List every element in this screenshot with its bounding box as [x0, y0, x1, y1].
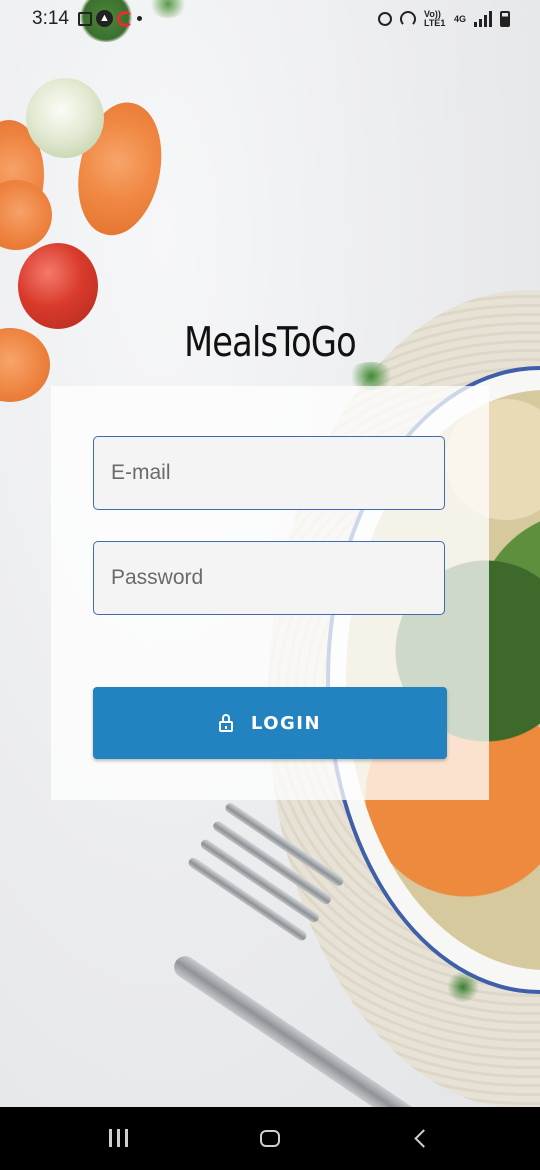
recents-button[interactable] — [98, 1123, 138, 1153]
battery-icon — [500, 11, 510, 27]
status-system-icons: Vo)) LTE1 4G — [377, 9, 510, 28]
recents-icon — [108, 1129, 112, 1147]
brussels-sprout — [26, 78, 104, 158]
status-notifications: ▲ — [78, 10, 142, 27]
back-button[interactable] — [400, 1123, 440, 1153]
password-field[interactable] — [93, 541, 445, 615]
carrot-slice — [0, 328, 50, 402]
4g-icon: 4G — [453, 13, 466, 24]
volte-icon: Vo)) LTE1 — [423, 9, 446, 28]
home-icon — [260, 1129, 280, 1147]
back-icon — [413, 1128, 433, 1148]
password-input[interactable] — [94, 542, 444, 614]
system-navigation-bar — [0, 1107, 540, 1170]
login-button[interactable]: LOGIN — [93, 687, 447, 759]
login-button-label: LOGIN — [250, 712, 322, 734]
notification-dot-icon — [137, 16, 142, 21]
login-card: LOGIN — [51, 386, 489, 800]
home-button[interactable] — [250, 1123, 290, 1153]
hotspot-icon — [399, 11, 416, 27]
herb-leaf — [446, 972, 480, 1002]
lock-icon — [218, 714, 233, 732]
carrot-slice — [0, 180, 52, 250]
app-title: MealsToGo — [184, 318, 357, 366]
tomato — [18, 243, 98, 329]
status-bar: 3:14 ▲ Vo)) LTE1 4G — [0, 0, 540, 40]
email-input[interactable] — [94, 437, 444, 509]
status-time: 3:14 — [32, 8, 69, 29]
email-field[interactable] — [93, 436, 445, 510]
app-icon: ▲ — [96, 10, 113, 27]
alarm-icon — [377, 12, 392, 26]
airtel-icon — [117, 10, 133, 27]
signal-icon — [474, 11, 492, 27]
gallery-icon — [78, 11, 92, 26]
